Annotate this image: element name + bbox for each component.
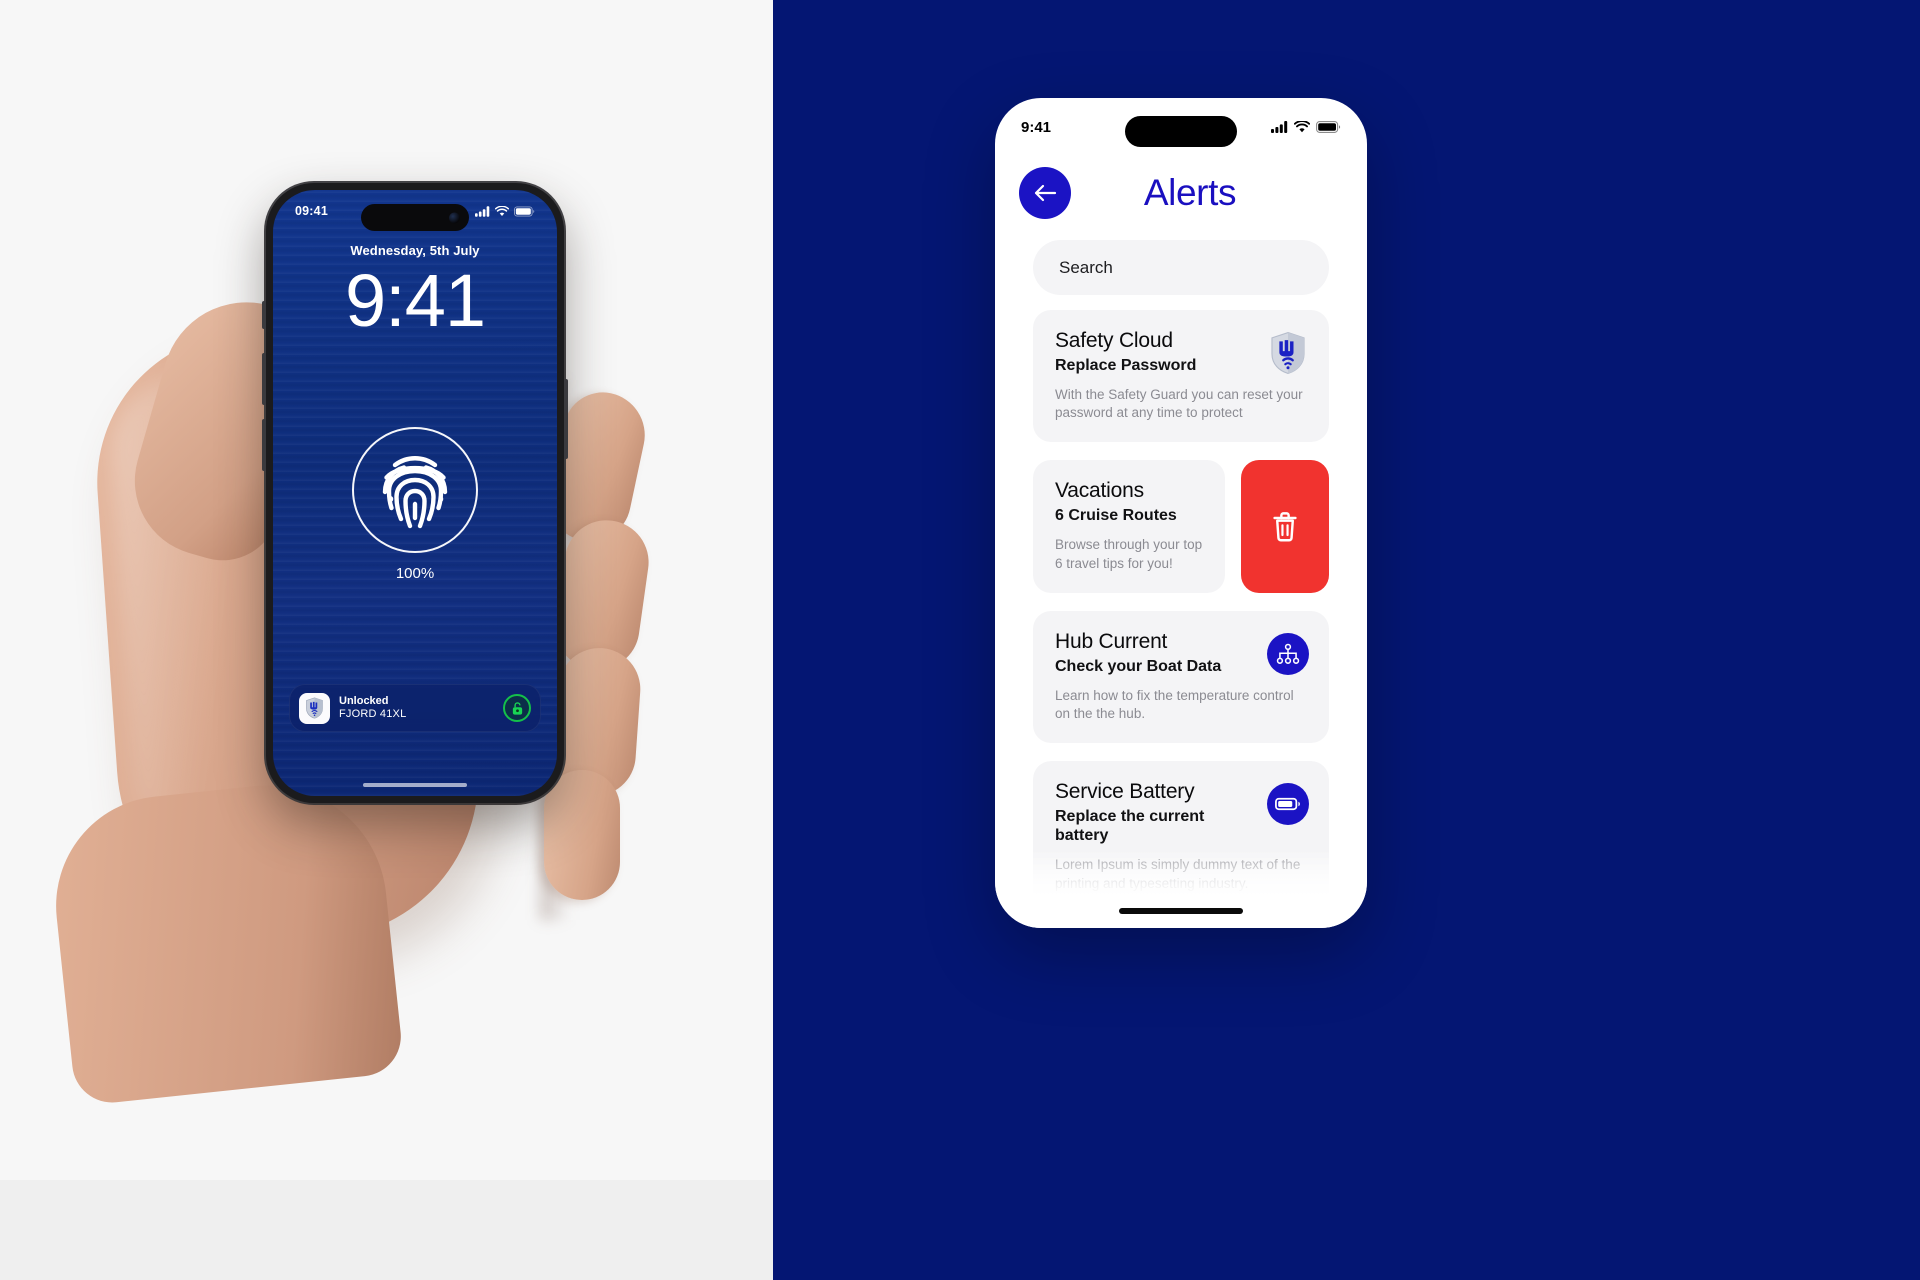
card-subtitle: Check your Boat Data [1055,657,1222,675]
phone-device-right: 9:41 Alerts Search Safety Cloud Replace … [995,98,1367,928]
status-bar-icons [1271,121,1341,133]
card-subtitle: Replace Password [1055,356,1197,374]
wifi-icon [1294,121,1310,133]
card-subtitle: Replace the current battery [1055,807,1205,845]
card-row: Safety Cloud Replace Password [1055,329,1309,375]
status-bar-icons [475,205,535,217]
home-indicator[interactable] [363,783,467,787]
card-body: Browse through your top 6 travel tips fo… [1055,537,1203,571]
card-texts: Safety Cloud Replace Password [1055,329,1257,375]
right-panel: 9:41 Alerts Search Safety Cloud Replace … [773,0,1920,1280]
status-bar-time: 09:41 [295,204,328,218]
power-button[interactable] [564,379,568,459]
hierarchy-icon [1276,643,1300,664]
lock-screen-notification[interactable]: Unlocked FJORD 41XL [289,684,541,732]
notification-title: Unlocked [339,695,389,708]
fingerprint-button[interactable] [352,427,478,553]
delete-button[interactable] [1241,460,1329,593]
lock-screen: 09:41 Wednesday, 5th July 9:41 100% Unlo… [273,190,557,796]
volume-down-button[interactable] [262,419,266,471]
lock-screen-time: 9:41 [344,259,486,342]
alert-card-safety-cloud[interactable]: Safety Cloud Replace Password With the S… [1033,310,1329,443]
card-texts: Vacations 6 Cruise Routes [1055,479,1205,525]
card-title: Vacations [1055,479,1144,503]
card-body: With the Safety Guard you can reset your… [1055,386,1303,421]
dynamic-island [1125,116,1237,147]
home-indicator[interactable] [1119,908,1243,914]
trash-icon [1273,511,1297,542]
status-bar-time: 9:41 [1021,118,1052,136]
screenshot-stage: 09:41 Wednesday, 5th July 9:41 100% Unlo… [0,0,1920,1280]
phone-device-left: 09:41 Wednesday, 5th July 9:41 100% Unlo… [262,183,568,803]
alerts-list: Safety Cloud Replace Password With the S… [1033,310,1329,928]
card-title: Hub Current [1055,629,1168,653]
page-header: Alerts [995,156,1367,230]
card-body: Learn how to fix the temperature control… [1055,687,1294,721]
alert-card-vacations[interactable]: Vacations 6 Cruise Routes Browse through… [1033,460,1225,593]
notification-text: Unlocked FJORD 41XL [339,695,494,721]
left-panel: 09:41 Wednesday, 5th July 9:41 100% Unlo… [0,0,773,1280]
card-title: Service Battery [1055,780,1195,804]
alert-card-hub-current[interactable]: Hub Current Check your Boat Data Learn h… [1033,610,1329,744]
card-body: Lorem Ipsum is simply dummy text of the … [1055,857,1301,891]
arrow-left-icon [1034,184,1057,202]
cellular-signal-icon [475,205,490,217]
page-title: Alerts [1143,172,1237,213]
search-input[interactable]: Search [1033,240,1329,295]
unlock-padlock-icon[interactable] [503,694,531,722]
cellular-signal-icon [1271,121,1288,133]
card-row: Vacations 6 Cruise Routes [1055,479,1205,525]
notification-subtitle: FJORD 41XL [339,708,407,720]
card-row: Service Battery Replace the current batt… [1055,780,1309,845]
shield-logo-icon [1267,331,1309,375]
card-subtitle: 6 Cruise Routes [1055,507,1177,525]
battery-icon-badge [1267,783,1309,826]
hierarchy-icon-badge [1267,632,1309,675]
shield-logo-icon [299,692,330,724]
alert-card-service-battery[interactable]: Service Battery Replace the current batt… [1033,761,1329,913]
finger-pinky [544,770,620,900]
search-placeholder: Search [1059,257,1113,277]
silent-switch[interactable] [262,301,266,329]
status-bar-left: 09:41 [273,190,557,232]
lock-screen-date: Wednesday, 5th July [350,243,480,258]
battery-icon [514,206,535,216]
alert-card-vacations-row: Vacations 6 Cruise Routes Browse through… [1033,460,1329,593]
wrist [45,773,405,1107]
fingerprint-icon [382,456,448,529]
volume-up-button[interactable] [262,353,266,405]
battery-icon [1275,798,1300,811]
card-row: Hub Current Check your Boat Data [1055,630,1309,676]
back-button[interactable] [1019,167,1071,219]
card-title: Safety Cloud [1055,329,1173,352]
card-texts: Hub Current Check your Boat Data [1055,630,1257,676]
unlock-progress-label: 100% [395,565,435,582]
wifi-icon [495,205,509,216]
card-texts: Service Battery Replace the current batt… [1055,780,1257,845]
battery-icon [1316,121,1341,133]
